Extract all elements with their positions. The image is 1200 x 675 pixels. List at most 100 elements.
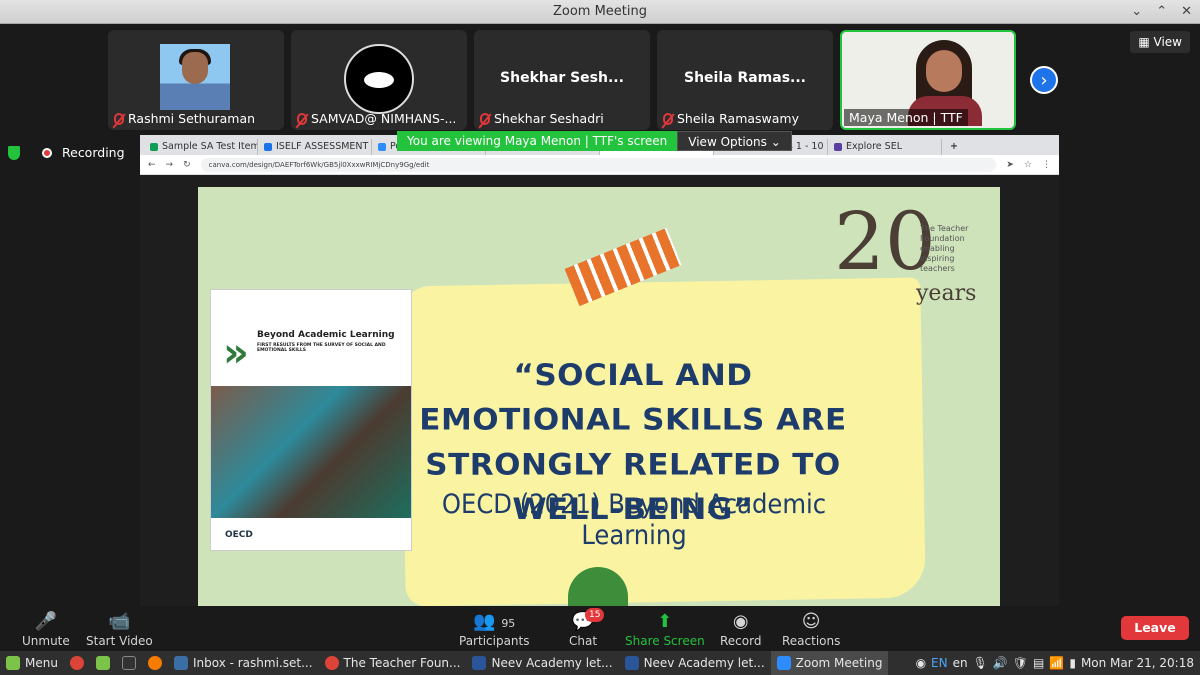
new-tab-icon[interactable]: + [942, 139, 966, 155]
reactions-icon: ☺ [801, 611, 821, 632]
taskbar-item[interactable]: The Teacher Foun... [319, 651, 467, 675]
browser-tab[interactable]: Sample SA Test Item [144, 139, 258, 155]
firefox-icon [147, 656, 162, 670]
participant-video [902, 40, 1002, 126]
participant-count: 95 [501, 617, 516, 630]
clock[interactable]: Mon Mar 21, 20:18 [1081, 656, 1194, 670]
participant-photo [160, 44, 230, 110]
participant-name: SAMVAD@ NIMHANS-... [311, 111, 457, 126]
start-menu-button[interactable]: Menu [0, 651, 64, 675]
taskbar-item-label: Zoom Meeting [795, 656, 883, 670]
unmute-label: Unmute [22, 634, 70, 648]
taskbar-item[interactable]: Inbox - rashmi.set... [168, 651, 319, 675]
chrome-launcher[interactable] [64, 651, 90, 675]
participant-display-name: Shekhar Sesh... [500, 70, 624, 86]
share-screen-label: Share Screen [625, 634, 705, 648]
update-shield-icon[interactable]: 🛡 [1013, 656, 1028, 670]
participants-label: Participants [459, 634, 530, 648]
terminal-icon [121, 656, 136, 670]
participant-tile[interactable]: Rashmi Sethuraman [108, 30, 284, 130]
tab-label: Sample SA Test Item [162, 141, 258, 152]
book-cover: » Beyond Academic Learning FIRST RESULTS… [210, 289, 412, 551]
reactions-button[interactable]: ☺ Reactions [782, 610, 840, 648]
files-launcher[interactable] [90, 651, 116, 675]
share-banner-text: You are viewing Maya Menon | TTF's scree… [397, 131, 678, 151]
taskbar-item-label: The Teacher Foun... [343, 656, 461, 670]
forward-icon[interactable]: → [166, 160, 174, 170]
address-bar: ← → ↻ canva.com/design/DAEFTorf6Wk/GB5jl… [140, 155, 1059, 175]
reload-icon[interactable]: ↻ [183, 160, 191, 170]
chrome-icon [69, 656, 84, 670]
start-video-button[interactable]: 📹 Start Video [86, 610, 153, 648]
leave-button[interactable]: Leave [1121, 616, 1189, 640]
locale-indicator[interactable]: en [953, 656, 968, 670]
restore-icon[interactable]: ⌃ [1156, 0, 1167, 24]
chat-badge: 15 [585, 608, 605, 622]
active-speaker-tile[interactable]: Maya Menon | TTF [840, 30, 1016, 130]
close-icon[interactable]: ✕ [1181, 0, 1192, 24]
view-options-label: View Options [688, 135, 767, 149]
view-options-button[interactable]: View Options ⌄ [677, 131, 792, 151]
book-cover-image [211, 386, 411, 518]
record-button[interactable]: ◉ Record [720, 610, 761, 648]
next-page-button[interactable]: › [1030, 66, 1058, 94]
participant-name: Shekhar Seshadri [494, 111, 604, 126]
mail-icon [173, 656, 188, 670]
record-label: Record [720, 634, 762, 648]
video-off-icon: 📹 [108, 611, 131, 632]
participant-strip: Rashmi Sethuraman SAMVAD@ NIMHANS-... Sh… [108, 30, 1016, 130]
book-subtitle: FIRST RESULTS FROM THE SURVEY OF SOCIAL … [257, 343, 386, 353]
mint-logo-icon [6, 656, 20, 670]
taskbar-item-label: Inbox - rashmi.set... [192, 656, 313, 670]
view-button[interactable]: ▦ View [1130, 31, 1190, 53]
document-icon [624, 656, 639, 670]
participant-tile[interactable]: Shekhar Sesh... Shekhar Seshadri [474, 30, 650, 130]
participant-tile[interactable]: Sheila Ramas... Sheila Ramaswamy [657, 30, 833, 130]
back-icon[interactable]: ← [148, 160, 156, 170]
share-screen-button[interactable]: ⬆ Share Screen [625, 610, 705, 648]
slide: » Beyond Academic Learning FIRST RESULTS… [198, 187, 1000, 606]
participants-button[interactable]: 👥 95 Participants [459, 610, 530, 648]
chat-button[interactable]: 💬 15 Chat [569, 608, 605, 648]
chrome-icon [324, 656, 339, 670]
mic-muted-icon [663, 112, 673, 125]
menu-icon[interactable]: ⋮ [1042, 160, 1051, 170]
taskbar-item-active[interactable]: Zoom Meeting [770, 651, 889, 675]
browser-tab[interactable]: Explore SEL [828, 139, 942, 155]
chevron-logo-icon: » [223, 330, 249, 376]
system-taskbar: Menu Inbox - rashmi.set... The Teacher F… [0, 651, 1200, 675]
browser-tab[interactable]: ISELF ASSESSMENT [258, 139, 372, 155]
battery-icon[interactable]: ▮ [1069, 656, 1076, 670]
participant-tile[interactable]: SAMVAD@ NIMHANS-... [291, 30, 467, 130]
zoom-tray-icon[interactable]: ◉ [916, 656, 926, 670]
taskbar-item[interactable]: Neev Academy let... [466, 651, 618, 675]
chat-label: Chat [569, 634, 598, 648]
share-icon[interactable]: ➤ [1006, 160, 1014, 170]
slide-citation: OECD (2021) Beyond Academic Learning [441, 489, 827, 551]
firefox-launcher[interactable] [142, 651, 168, 675]
book-publisher: OECD [225, 530, 253, 540]
minimize-icon[interactable]: ⌄ [1131, 0, 1142, 24]
keyboard-layout[interactable]: EN [931, 656, 948, 670]
wifi-icon[interactable]: 📶 [1049, 656, 1064, 670]
system-tray: ◉ EN en 🎙 🔊 🛡 ▤ 📶 ▮ Mon Mar 21, 20:18 [910, 651, 1200, 675]
logo-org-name: The Teacher Foundation [920, 224, 969, 243]
terminal-launcher[interactable] [116, 651, 142, 675]
unmute-button[interactable]: 🎤 Unmute [22, 610, 70, 648]
url-input[interactable]: canva.com/design/DAEFTorf6Wk/GB5jl0XxxwR… [200, 157, 997, 172]
recording-label: Recording [62, 145, 125, 160]
taskbar-item[interactable]: Neev Academy let... [619, 651, 771, 675]
logo-years-word: years [916, 281, 977, 306]
mic-tray-icon[interactable]: 🎙 [973, 656, 988, 670]
star-icon[interactable]: ☆ [1024, 160, 1032, 170]
notes-icon[interactable]: ▤ [1033, 656, 1044, 670]
volume-icon[interactable]: 🔊 [993, 656, 1008, 670]
reactions-label: Reactions [782, 634, 841, 648]
taskbar-item-label: Neev Academy let... [643, 656, 765, 670]
meeting-toolbar: 🎤 Unmute 📹 Start Video 👥 95 Participants 💬 1… [0, 606, 1200, 651]
book-title: Beyond Academic Learning [257, 330, 395, 340]
canva-editor: » Beyond Academic Learning FIRST RESULTS… [140, 175, 1059, 606]
mic-muted-icon [297, 112, 307, 125]
security-shield-icon[interactable] [8, 146, 20, 160]
share-banner: You are viewing Maya Menon | TTF's scree… [397, 131, 792, 151]
